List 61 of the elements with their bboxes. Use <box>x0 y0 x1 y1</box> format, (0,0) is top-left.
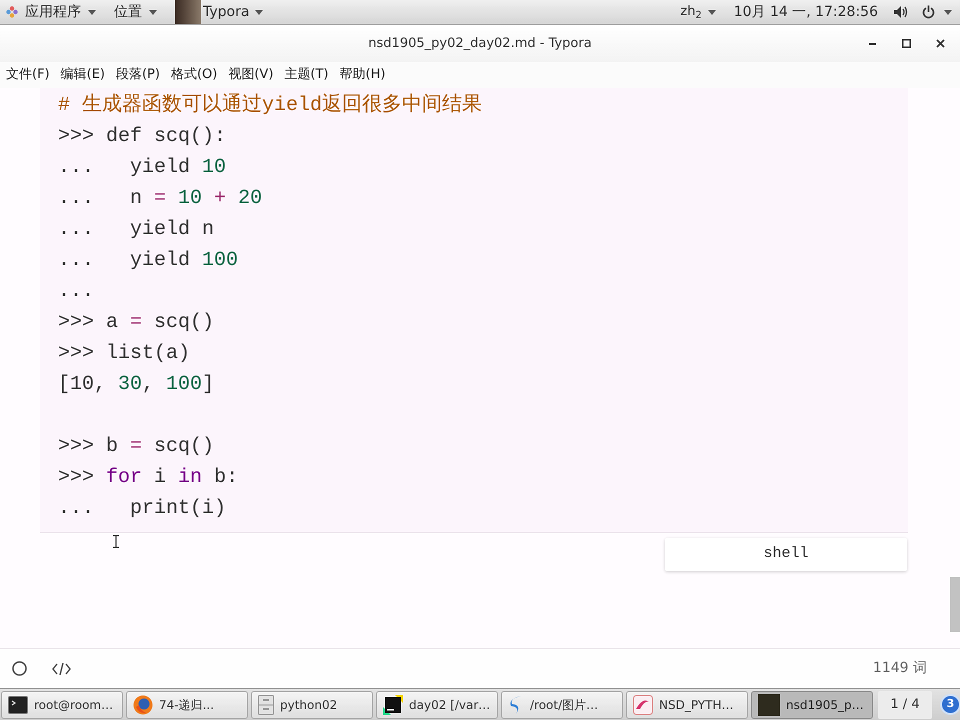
caret-icon <box>708 10 716 14</box>
code-line: >>> list(a) <box>58 341 190 367</box>
code-line: >>> a = scq() <box>58 310 214 336</box>
language-field[interactable]: shell <box>665 538 907 571</box>
maximize-icon <box>902 39 910 48</box>
code-line: ... n = 10 + 20 <box>58 186 262 212</box>
outline-toggle-button[interactable] <box>12 661 27 676</box>
swoosh-page-icon <box>633 694 653 714</box>
circle-icon <box>12 661 27 676</box>
minimize-icon <box>868 42 876 45</box>
code-line: ... yield 100 <box>58 248 238 274</box>
speaker-icon[interactable] <box>894 6 908 18</box>
code-line: ... print(i) <box>58 496 226 522</box>
taskbar-button[interactable]: NSD_PYTH… <box>626 690 748 718</box>
close-icon <box>936 39 944 48</box>
globe-icon <box>133 694 153 714</box>
caret-icon <box>88 10 96 14</box>
clock[interactable]: 10月 14 一, 17:28:56 <box>734 0 878 24</box>
menu-item[interactable]: 格式(O) <box>170 65 218 85</box>
word-count: 1149 词 <box>872 659 927 678</box>
caret-icon <box>149 10 157 14</box>
menu-item[interactable]: 主题(T) <box>284 65 328 85</box>
input-method-menu[interactable]: zh$_{2}$ <box>676 0 720 24</box>
window-title: nsd1905_py02_day02.md - Typora <box>368 34 592 53</box>
menu-item[interactable]: 视图(V) <box>228 65 274 85</box>
code-line: ... yield 10 <box>58 155 226 181</box>
code-icon <box>52 662 71 676</box>
source-mode-button[interactable] <box>52 662 71 676</box>
taskbar-button[interactable]: 74-递归... <box>126 690 248 718</box>
taskbar-button[interactable]: nsd1905_p… <box>751 690 873 718</box>
notification-badge[interactable]: 3 <box>940 694 960 715</box>
apps-menu[interactable]: 应用程序 <box>0 0 104 24</box>
cabinet-icon <box>258 694 274 714</box>
menu-item[interactable]: 帮助(H) <box>340 65 386 85</box>
taskbar-button[interactable]: root@room… <box>1 690 123 718</box>
terminal-icon <box>8 696 28 714</box>
code-line: ... <box>58 279 94 305</box>
workspace-switcher[interactable]: 1 / 4 <box>878 690 932 718</box>
code-line: ... yield n <box>58 217 214 243</box>
text-cursor-icon <box>112 535 120 548</box>
caret-icon <box>255 10 264 14</box>
code-line: [10, 30, 100] <box>58 372 214 398</box>
caret-icon <box>944 10 952 14</box>
taskbar-button[interactable]: day02 [/var… <box>376 690 498 718</box>
code-line: >>> def scq(): <box>58 124 226 150</box>
scrollbar-thumb[interactable] <box>950 577 960 632</box>
taskbar-button[interactable]: python02 <box>251 690 373 718</box>
power-icon[interactable] <box>922 5 935 19</box>
flower-icon <box>6 6 18 18</box>
code-line: >>> for i in b: <box>58 465 238 491</box>
photo-placeholder <box>758 694 780 716</box>
active-app-menu[interactable]: Typora <box>201 0 270 24</box>
menu-item[interactable]: 段落(P) <box>116 65 160 85</box>
menu-item[interactable]: 文件(F) <box>6 65 50 85</box>
tile-logo-icon <box>383 694 403 714</box>
photo-placeholder <box>175 0 201 24</box>
code-line: >>> b = scq() <box>58 434 214 460</box>
code-line: # 生成器函数可以通过yield返回很多中间结果 <box>58 92 482 119</box>
menu-item[interactable]: 编辑(E) <box>60 65 105 85</box>
taskbar-button[interactable]: /root/图片… <box>501 690 623 718</box>
places-menu[interactable]: 位置 <box>104 0 167 24</box>
